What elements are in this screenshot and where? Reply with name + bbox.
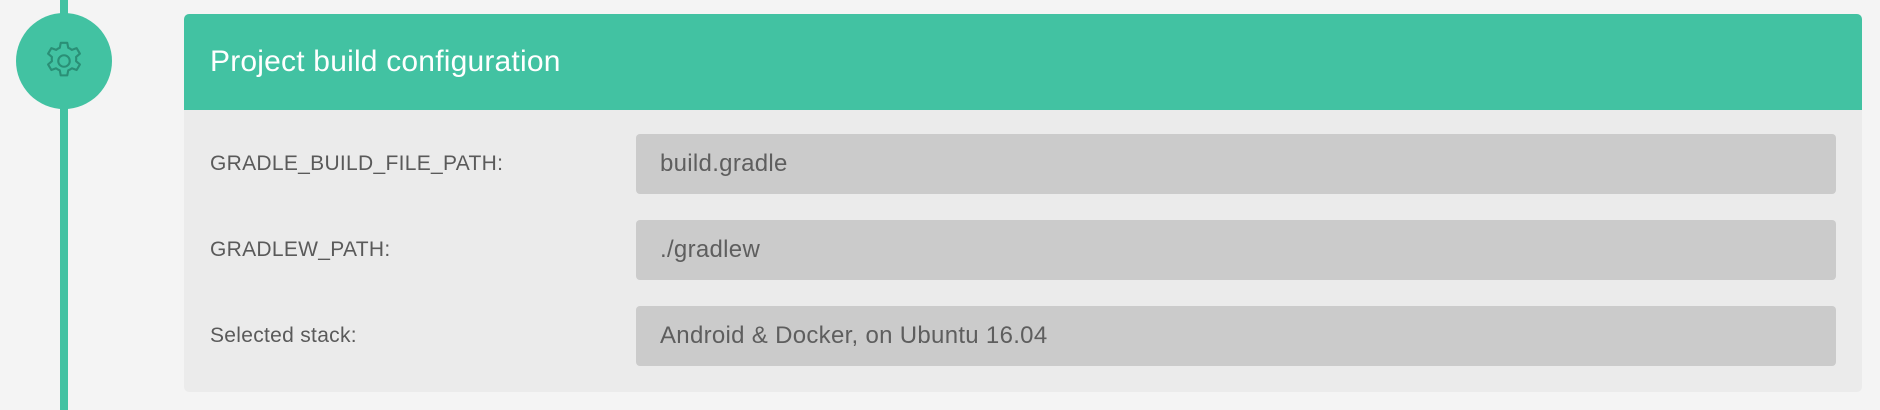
config-value-field: Android & Docker, on Ubuntu 16.04	[636, 306, 1836, 366]
card-header: Project build configuration	[184, 14, 1862, 110]
card-body: GRADLE_BUILD_FILE_PATH: build.gradle GRA…	[184, 110, 1862, 366]
config-row-selected-stack: Selected stack: Android & Docker, on Ubu…	[184, 306, 1862, 366]
config-label: GRADLEW_PATH:	[210, 238, 391, 261]
config-value-field: ./gradlew	[636, 220, 1836, 280]
config-label: GRADLE_BUILD_FILE_PATH:	[210, 152, 504, 175]
gear-icon	[47, 41, 81, 77]
config-row-gradlew-path: GRADLEW_PATH: ./gradlew	[184, 220, 1862, 280]
config-row-gradle-build-file-path: GRADLE_BUILD_FILE_PATH: build.gradle	[184, 134, 1862, 194]
config-value-field: build.gradle	[636, 134, 1836, 194]
card-title: Project build configuration	[210, 45, 561, 78]
config-label: Selected stack:	[210, 324, 357, 347]
workflow-step-page: Project build configuration GRADLE_BUILD…	[0, 0, 1880, 410]
build-config-card: Project build configuration GRADLE_BUILD…	[184, 14, 1862, 392]
step-indicator	[16, 13, 112, 109]
